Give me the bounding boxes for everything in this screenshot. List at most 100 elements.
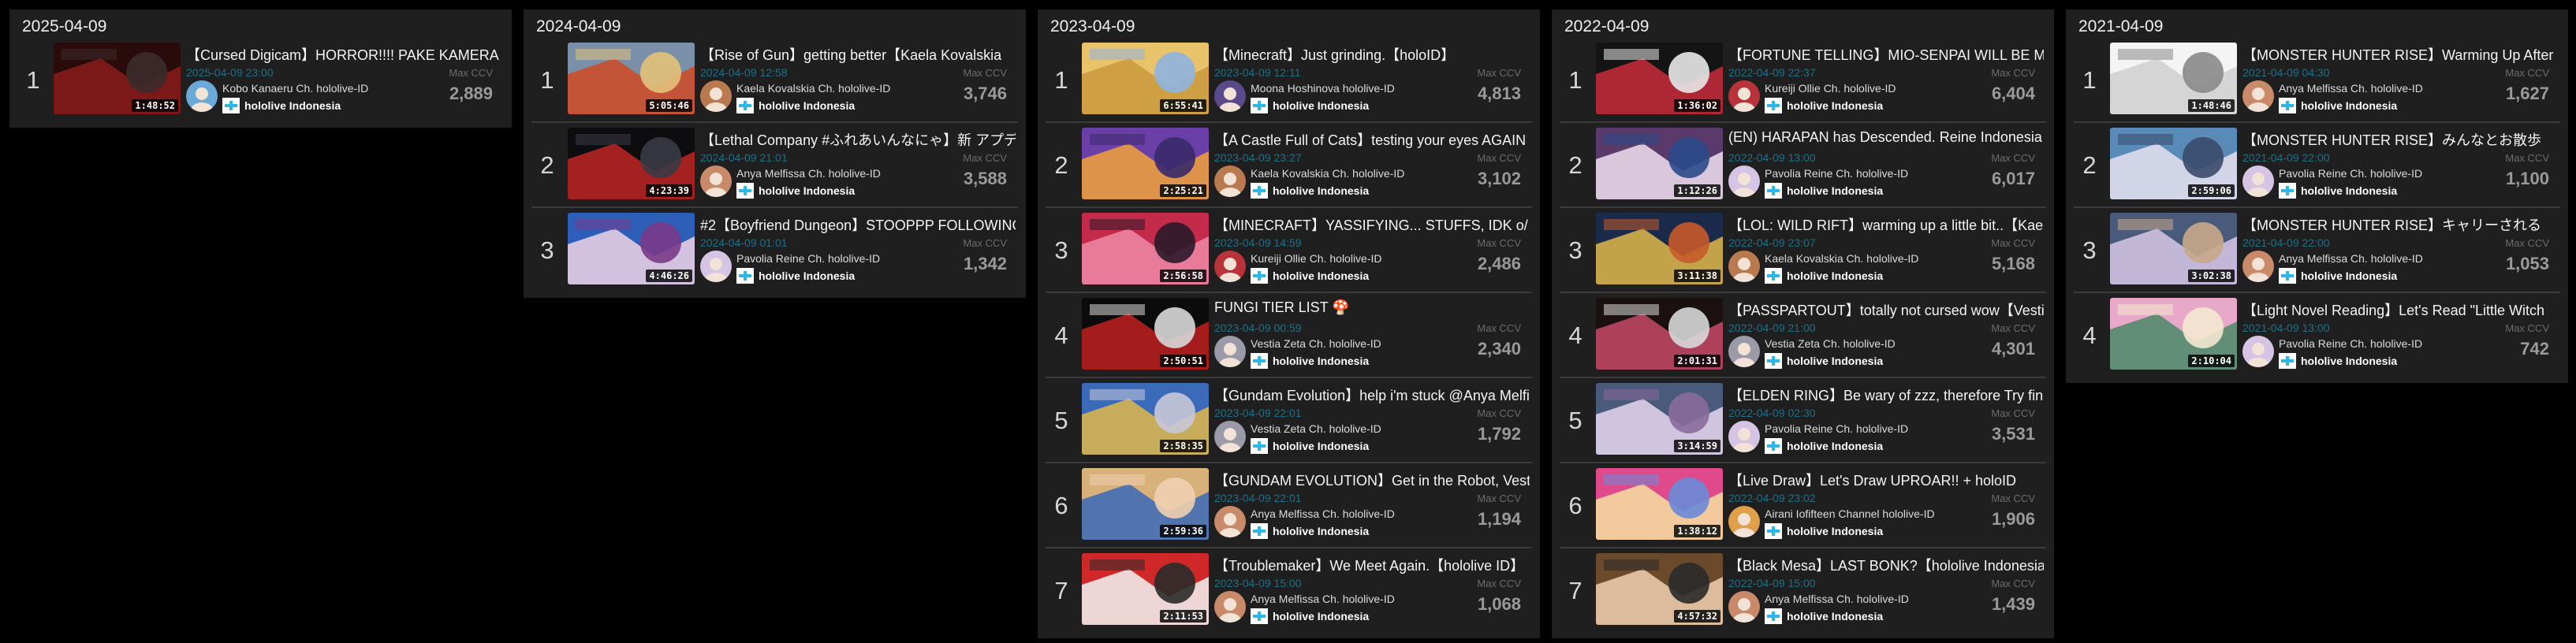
org-badge[interactable]: hololive Indonesia — [1251, 268, 1369, 284]
stream-entry[interactable]: 2 4:23:39 【Lethal Company #ふれあいんなにゃ】新 アプデ 2… — [531, 123, 1018, 208]
channel-avatar[interactable] — [1214, 80, 1246, 112]
stream-title[interactable]: 【Rise of Gun】getting better【Kaela Kovals… — [700, 44, 1016, 65]
video-thumbnail[interactable]: 4:46:26 — [568, 213, 695, 284]
org-badge[interactable]: hololive Indonesia — [1251, 353, 1369, 369]
channel-name[interactable]: Anya Melfissa Ch. hololive-ID — [1251, 593, 1395, 605]
stream-entry[interactable]: 6 2:59:36 【GUNDAM EVOLUTION】Get in the Rob… — [1046, 463, 1532, 548]
channel-name[interactable]: Anya Melfissa Ch. hololive-ID — [1765, 593, 1909, 605]
stream-title[interactable]: 【GUNDAM EVOLUTION】Get in the Robot, Vest… — [1214, 470, 1530, 490]
stream-title[interactable]: 【Live Draw】Let's Draw UPROAR!! + holoID — [1728, 470, 2044, 490]
stream-entry[interactable]: 1 5:05:46 【Rise of Gun】getting better【Kael… — [531, 38, 1018, 123]
video-thumbnail[interactable]: 1:12:26 — [1596, 128, 1723, 199]
stream-title[interactable]: 【MONSTER HUNTER RISE】Warming Up After — [2242, 44, 2558, 65]
stream-entry[interactable]: 7 4:57:32 【Black Mesa】LAST BONK?【hololive … — [1560, 548, 2046, 632]
channel-name[interactable]: Kaela Kovalskia Ch. hololive-ID — [1251, 167, 1404, 180]
video-thumbnail[interactable]: 6:55:41 — [1082, 43, 1209, 114]
channel-avatar[interactable] — [186, 80, 218, 112]
video-thumbnail[interactable]: 5:05:46 — [568, 43, 695, 114]
stream-entry[interactable]: 3 2:56:58 【MINECRAFT】YASSIFYING... STUFFS,… — [1046, 208, 1532, 293]
stream-title[interactable]: 【PASSPARTOUT】totally not cursed wow【Vest… — [1728, 299, 2044, 320]
video-thumbnail[interactable]: 2:01:31 — [1596, 298, 1723, 370]
channel-avatar[interactable] — [1728, 80, 1760, 112]
channel-avatar[interactable] — [1728, 336, 1760, 367]
stream-entry[interactable]: 1 1:48:52 【Cursed Digicam】HORROR!!!! PAKE … — [17, 38, 504, 121]
channel-avatar[interactable] — [2242, 80, 2274, 112]
channel-avatar[interactable] — [1214, 336, 1246, 367]
org-badge[interactable]: hololive Indonesia — [1765, 438, 1883, 454]
channel-avatar[interactable] — [1728, 506, 1760, 537]
org-badge[interactable]: hololive Indonesia — [1251, 98, 1369, 113]
channel-name[interactable]: Kureiji Ollie Ch. hololive-ID — [1251, 252, 1382, 265]
video-thumbnail[interactable]: 2:59:36 — [1082, 468, 1209, 540]
org-badge[interactable]: hololive Indonesia — [222, 98, 341, 113]
video-thumbnail[interactable]: 2:10:04 — [2110, 298, 2237, 370]
channel-avatar[interactable] — [1214, 506, 1246, 537]
stream-title[interactable]: 【Minecraft】Just grinding.【holoID】 — [1214, 44, 1530, 65]
channel-name[interactable]: Vestia Zeta Ch. hololive-ID — [1251, 422, 1381, 435]
video-thumbnail[interactable]: 1:36:02 — [1596, 43, 1723, 114]
org-badge[interactable]: hololive Indonesia — [736, 98, 855, 113]
org-badge[interactable]: hololive Indonesia — [1251, 523, 1369, 539]
stream-title[interactable]: 【Gundam Evolution】help i'm stuck @Anya M… — [1214, 385, 1530, 405]
channel-name[interactable]: Kaela Kovalskia Ch. hololive-ID — [1765, 252, 1918, 265]
org-badge[interactable]: hololive Indonesia — [1765, 353, 1883, 369]
video-thumbnail[interactable]: 2:50:51 — [1082, 298, 1209, 370]
stream-entry[interactable]: 6 1:38:12 【Live Draw】Let's Draw UPROAR!! +… — [1560, 463, 2046, 548]
stream-title[interactable]: 【MONSTER HUNTER RISE】みんなとお散歩 — [2242, 129, 2558, 150]
stream-entry[interactable]: 1 1:48:46 【MONSTER HUNTER RISE】Warming Up … — [2074, 38, 2560, 123]
stream-title[interactable]: (EN) HARAPAN has Descended. Reine Indone… — [1728, 129, 2044, 146]
channel-avatar[interactable] — [2242, 336, 2274, 367]
stream-entry[interactable]: 4 2:01:31 【PASSPARTOUT】totally not cursed … — [1560, 293, 2046, 378]
stream-title[interactable]: 【Troublemaker】We Meet Again.【hololive ID… — [1214, 555, 1530, 575]
stream-entry[interactable]: 3 3:02:38 【MONSTER HUNTER RISE】キャリーされる 2021… — [2074, 208, 2560, 293]
stream-title[interactable]: 【MINECRAFT】YASSIFYING... STUFFS, IDK o/ — [1214, 214, 1530, 235]
stream-entry[interactable]: 2 2:59:06 【MONSTER HUNTER RISE】みんなとお散歩 2021… — [2074, 123, 2560, 208]
org-badge[interactable]: hololive Indonesia — [2279, 183, 2397, 199]
stream-title[interactable]: 【Light Novel Reading】Let's Read "Little … — [2242, 299, 2558, 320]
video-thumbnail[interactable]: 3:14:59 — [1596, 383, 1723, 455]
org-badge[interactable]: hololive Indonesia — [736, 183, 855, 199]
video-thumbnail[interactable]: 4:57:32 — [1596, 553, 1723, 625]
stream-entry[interactable]: 5 3:14:59 【ELDEN RING】Be wary of zzz, ther… — [1560, 378, 2046, 463]
channel-name[interactable]: Pavolia Reine Ch. hololive-ID — [1765, 422, 1908, 435]
stream-entry[interactable]: 4 2:10:04 【Light Novel Reading】Let's Read … — [2074, 293, 2560, 377]
video-thumbnail[interactable]: 2:25:21 — [1082, 128, 1209, 199]
stream-entry[interactable]: 7 2:11:53 【Troublemaker】We Meet Again.【hol… — [1046, 548, 1532, 632]
stream-title[interactable]: 【MONSTER HUNTER RISE】キャリーされる — [2242, 214, 2558, 235]
org-badge[interactable]: hololive Indonesia — [1251, 438, 1369, 454]
stream-entry[interactable]: 1 1:36:02 【FORTUNE TELLING】MIO-SENPAI WILL… — [1560, 38, 2046, 123]
channel-avatar[interactable] — [1728, 165, 1760, 197]
stream-title[interactable]: 【A Castle Full of Cats】testing your eyes… — [1214, 129, 1530, 150]
stream-entry[interactable]: 2 1:12:26 (EN) HARAPAN has Descended. Rein… — [1560, 123, 2046, 208]
channel-avatar[interactable] — [1728, 421, 1760, 452]
video-thumbnail[interactable]: 3:11:38 — [1596, 213, 1723, 284]
channel-avatar[interactable] — [700, 251, 732, 282]
channel-name[interactable]: Kaela Kovalskia Ch. hololive-ID — [736, 82, 890, 95]
video-thumbnail[interactable]: 1:48:52 — [54, 43, 181, 114]
org-badge[interactable]: hololive Indonesia — [2279, 353, 2397, 369]
stream-entry[interactable]: 2 2:25:21 【A Castle Full of Cats】testing y… — [1046, 123, 1532, 208]
stream-entry[interactable]: 1 6:55:41 【Minecraft】Just grinding.【holoID… — [1046, 38, 1532, 123]
channel-avatar[interactable] — [1214, 591, 1246, 623]
channel-avatar[interactable] — [700, 80, 732, 112]
channel-name[interactable]: Anya Melfissa Ch. hololive-ID — [1251, 507, 1395, 520]
org-badge[interactable]: hololive Indonesia — [1765, 608, 1883, 624]
channel-avatar[interactable] — [1728, 251, 1760, 282]
channel-name[interactable]: Pavolia Reine Ch. hololive-ID — [736, 252, 880, 265]
video-thumbnail[interactable]: 2:56:58 — [1082, 213, 1209, 284]
channel-avatar[interactable] — [1214, 421, 1246, 452]
org-badge[interactable]: hololive Indonesia — [2279, 98, 2397, 113]
org-badge[interactable]: hololive Indonesia — [1765, 183, 1883, 199]
org-badge[interactable]: hololive Indonesia — [1251, 183, 1369, 199]
org-badge[interactable]: hololive Indonesia — [2279, 268, 2397, 284]
channel-name[interactable]: Anya Melfissa Ch. hololive-ID — [2279, 252, 2423, 265]
channel-name[interactable]: Anya Melfissa Ch. hololive-ID — [2279, 82, 2423, 95]
channel-name[interactable]: Pavolia Reine Ch. hololive-ID — [2279, 337, 2422, 350]
channel-avatar[interactable] — [2242, 251, 2274, 282]
channel-avatar[interactable] — [1728, 591, 1760, 623]
stream-title[interactable]: 【Cursed Digicam】HORROR!!!! PAKE KAMERA — [186, 44, 501, 65]
channel-name[interactable]: Airani Iofifteen Channel hololive-ID — [1765, 507, 1935, 520]
stream-title[interactable]: 【ELDEN RING】Be wary of zzz, therefore Tr… — [1728, 385, 2044, 405]
org-badge[interactable]: hololive Indonesia — [1765, 523, 1883, 539]
video-thumbnail[interactable]: 2:11:53 — [1082, 553, 1209, 625]
